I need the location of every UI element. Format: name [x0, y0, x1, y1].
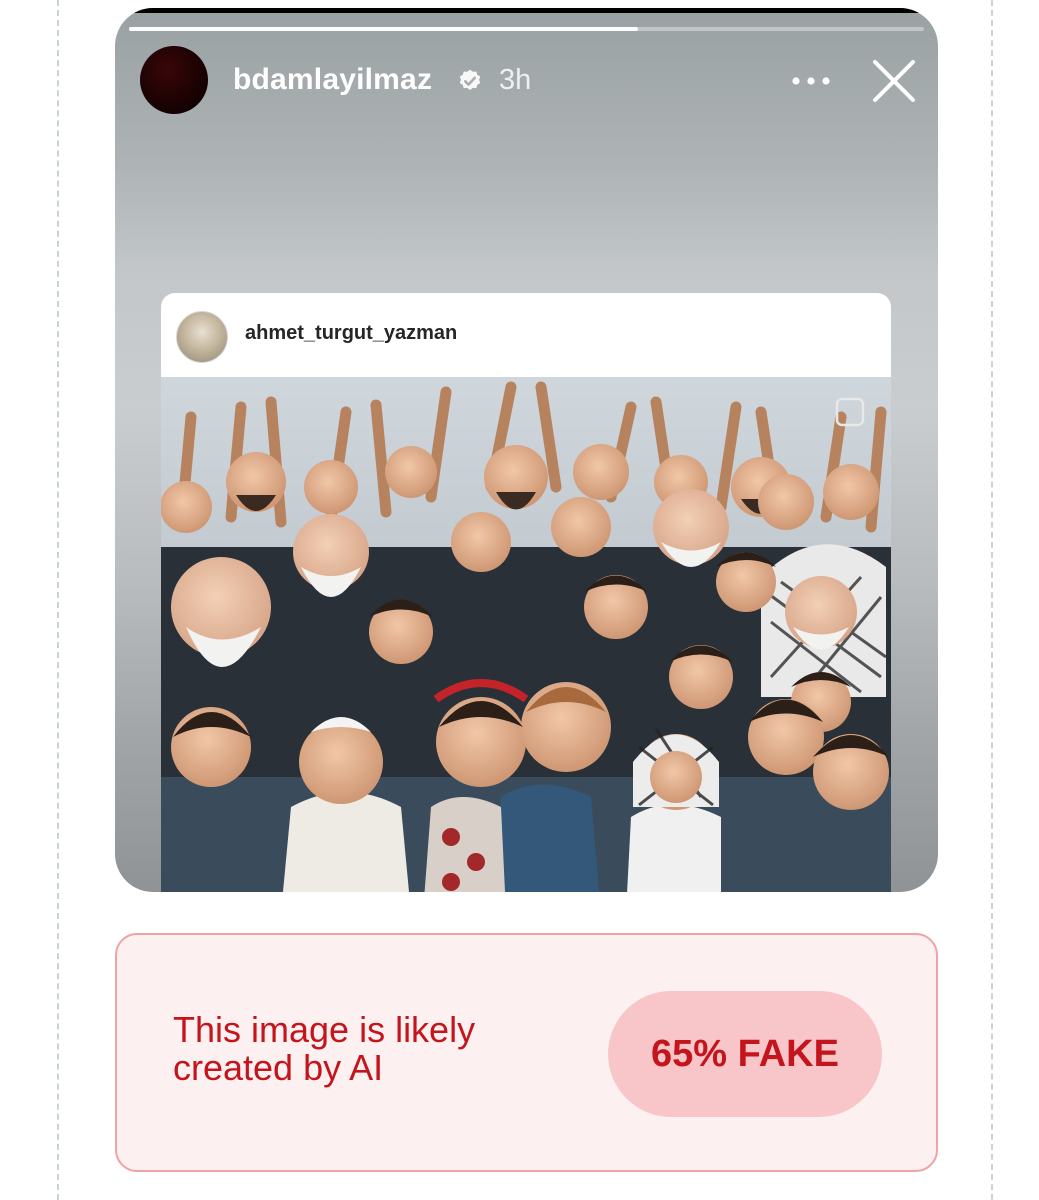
story-card[interactable]: bdamlayilmaz 3h ahmet_turgut_yazman	[115, 8, 938, 892]
close-icon[interactable]	[871, 58, 917, 104]
fake-score-badge: 65% FAKE	[608, 991, 882, 1117]
story-avatar[interactable]	[140, 46, 208, 114]
more-options-icon[interactable]	[791, 74, 831, 88]
shared-post-card[interactable]: ahmet_turgut_yazman	[161, 293, 891, 892]
ai-detection-result: This image is likely created by AI 65% F…	[115, 933, 938, 1172]
story-timestamp: 3h	[499, 64, 532, 96]
post-username[interactable]: ahmet_turgut_yazman	[245, 322, 457, 345]
verified-badge-icon	[459, 69, 481, 90]
story-username[interactable]: bdamlayilmaz	[233, 63, 432, 97]
post-avatar[interactable]	[176, 311, 228, 363]
left-dashed-guide	[57, 0, 59, 1200]
right-dashed-guide	[991, 0, 993, 1200]
story-progress-bar	[129, 27, 924, 31]
ai-detection-message: This image is likely created by AI	[173, 1009, 476, 1088]
group-photo[interactable]	[161, 377, 891, 892]
story-progress-fill	[129, 27, 638, 31]
